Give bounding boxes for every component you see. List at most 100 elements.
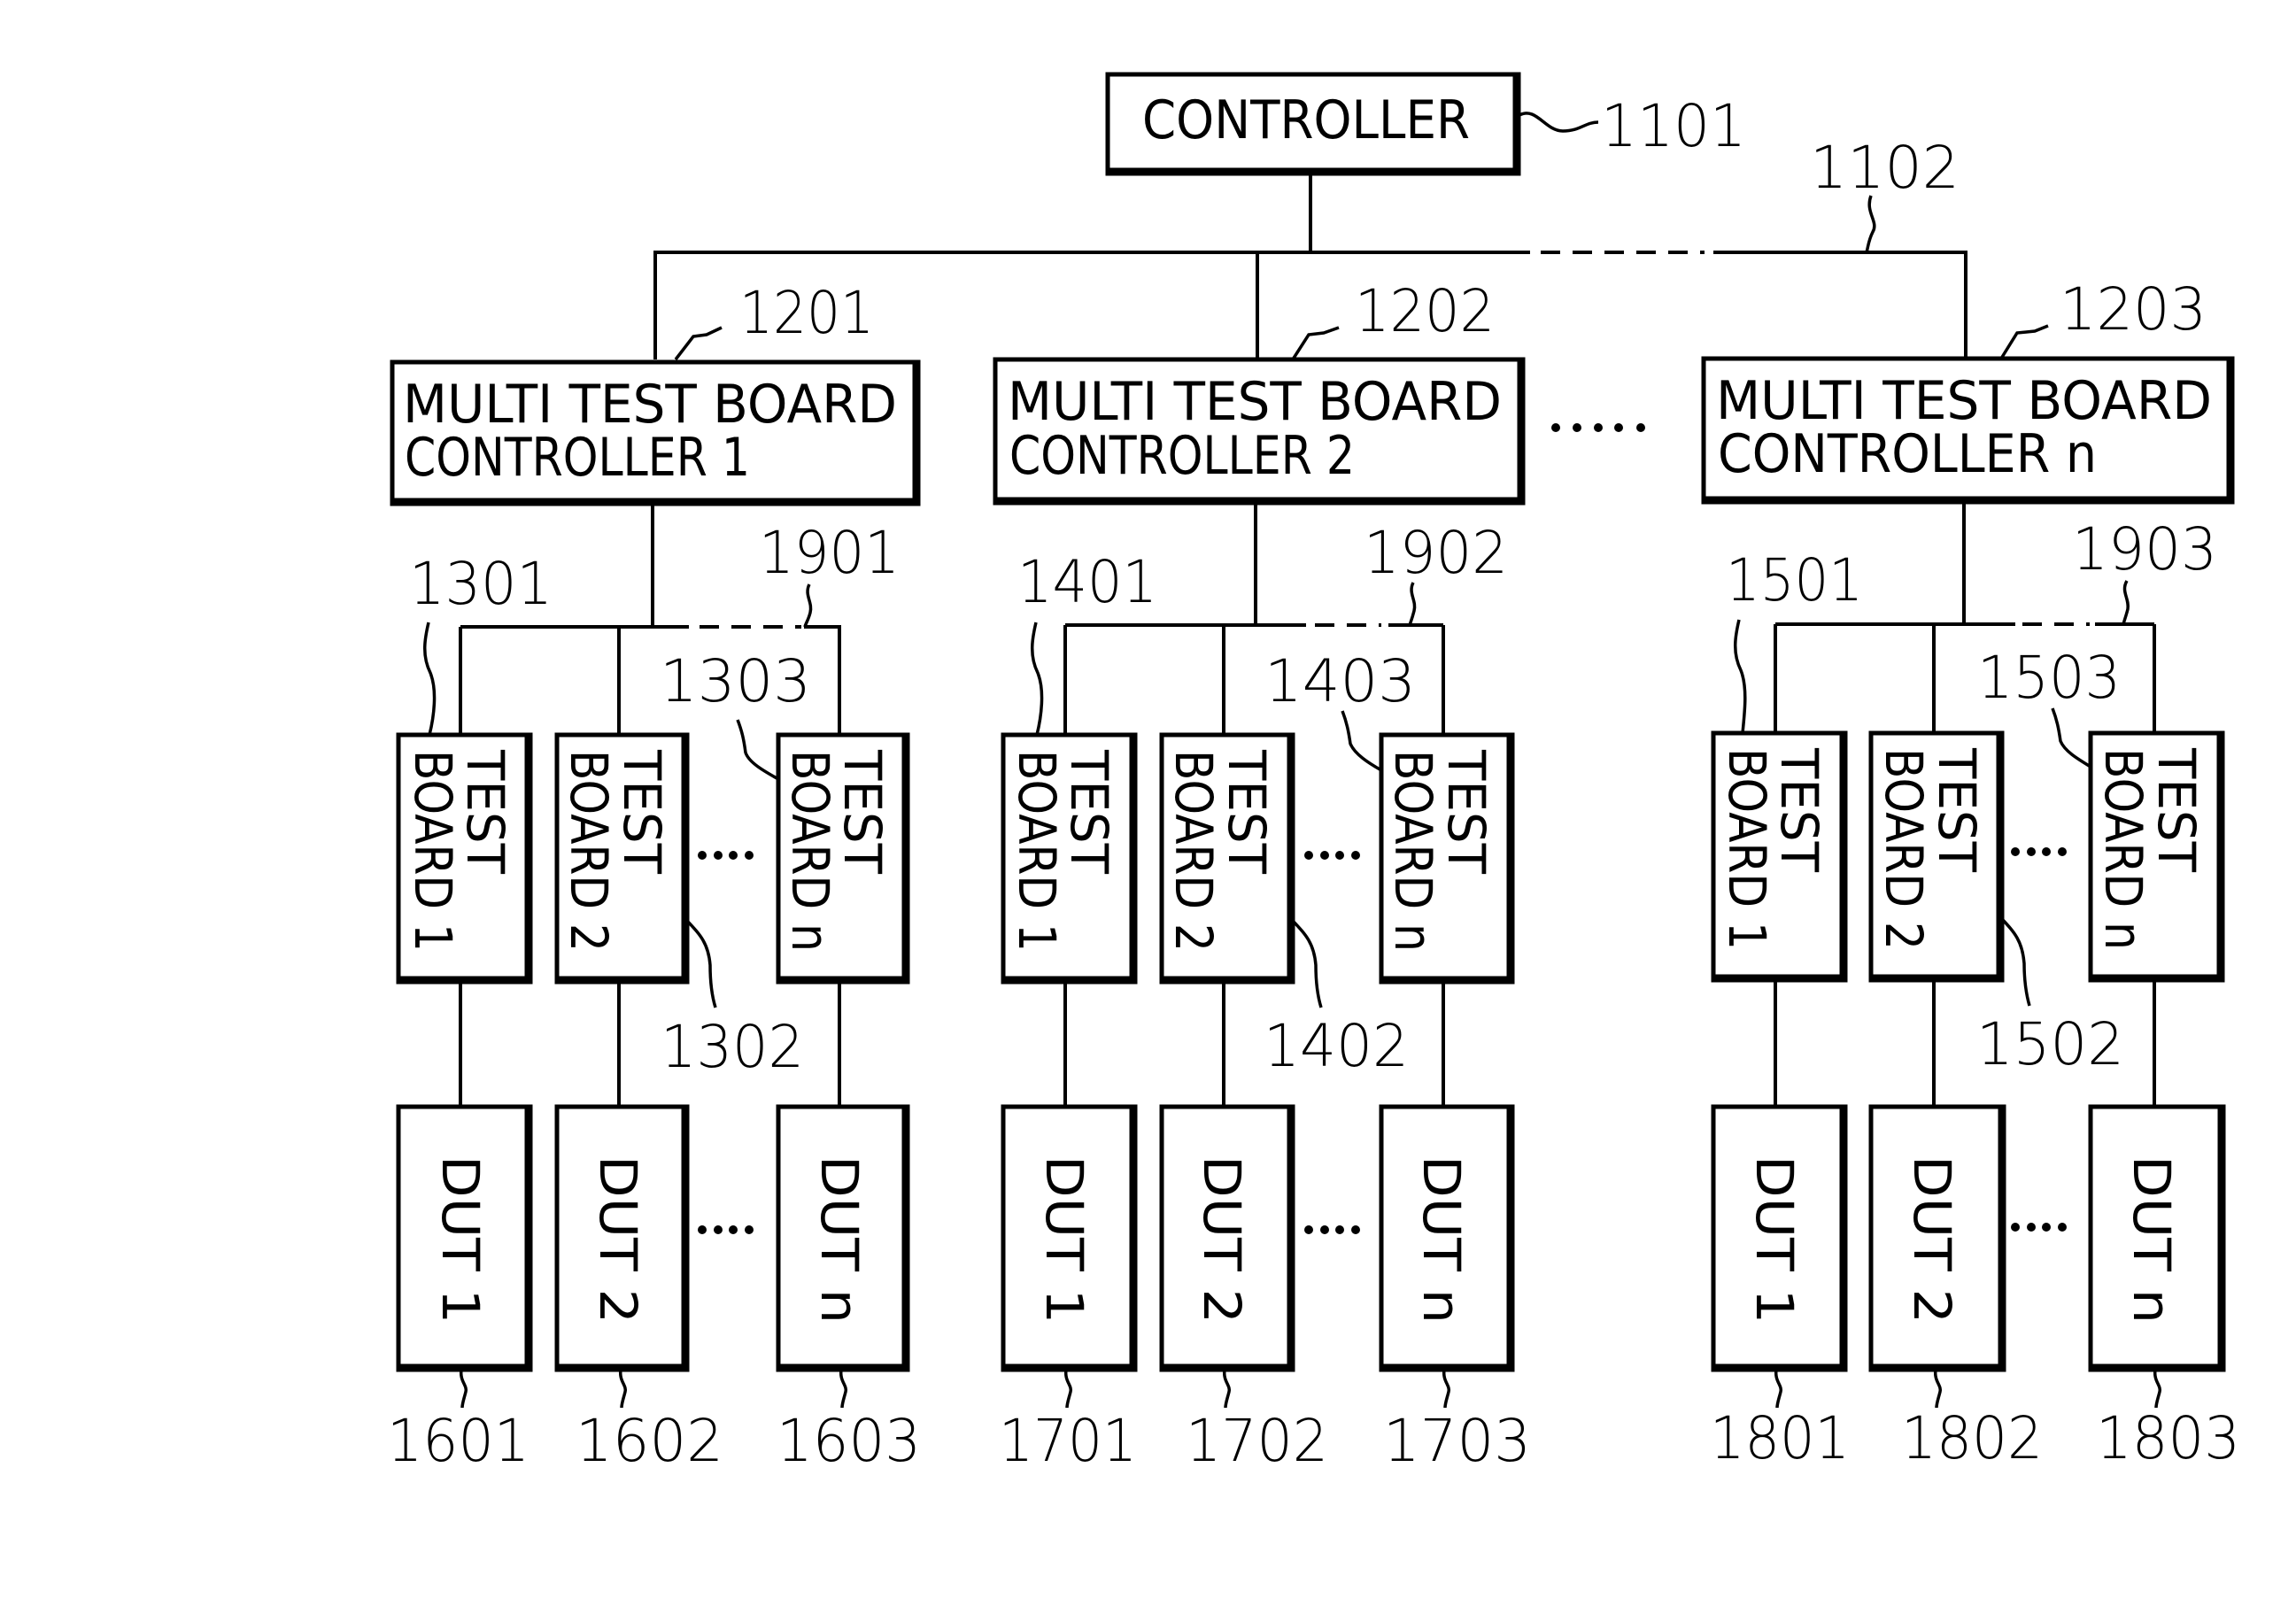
test-board-1-2-ref-leader (685, 919, 717, 1008)
dut-1-1-ref-leader (459, 1369, 468, 1409)
test-board-n-n-line1: TEST (2146, 747, 2207, 873)
block-diagram: CONTROLLER 1101 1102 MULTI TEST BOARD CO… (387, 72, 2240, 1475)
dut-ellipsis-2 (1304, 1225, 1360, 1234)
group-1: MULTI TEST BOARD CONTROLLER 1 1201 1901 … (387, 279, 921, 1475)
mtbc-2-line1: MULTI TEST BOARD (1008, 371, 1502, 433)
dut-2-n-ref-leader (1442, 1369, 1451, 1409)
test-board-n-n-ref-leader (2051, 707, 2091, 769)
sub-bus-1-ref-label: 1901 (759, 519, 900, 587)
test-board-2-1-ref-label: 1401 (1017, 548, 1157, 616)
test-board-2-1-line1: TEST (1059, 749, 1119, 875)
controller-label: CONTROLLER (1142, 89, 1470, 151)
dut-n-2-label: DUT 2 (1902, 1155, 1962, 1324)
mtbc-n-ref-leader (1999, 324, 2049, 359)
dut-n-2: DUT 2 (1868, 1104, 2006, 1372)
test-board-n-1: TEST BOARD 1 (1711, 730, 1848, 983)
mtbc-2-ref-label: 1202 (1355, 277, 1495, 345)
sub-bus-n-ref-label: 1903 (2072, 515, 2217, 583)
test-board-n-2: TEST BOARD 2 (1868, 730, 2005, 983)
dut-2-n-label: DUT n (1411, 1155, 1472, 1324)
sub-bus-2-ref-leader (1408, 582, 1417, 626)
dut-n-n-label: DUT n (2122, 1155, 2182, 1324)
test-board-1-n: TEST BOARD n (776, 732, 910, 985)
mtbc-ellipsis (1551, 423, 1645, 432)
test-board-ellipsis-n (2011, 847, 2067, 856)
mtbc-n-line2: CONTROLLER n (1718, 423, 2097, 485)
test-board-n-2-ref-label: 1502 (1976, 1010, 2124, 1078)
test-board-2-2-line2: BOARD 2 (1163, 750, 1224, 952)
mtbc-2-line2: CONTROLLER 2 (1009, 425, 1355, 487)
dut-2-1-label: DUT 1 (1034, 1155, 1094, 1324)
dut-1-2: DUT 2 (554, 1104, 690, 1372)
group-n: MULTI TEST BOARD CONTROLLER n 1203 1903 … (1701, 275, 2240, 1472)
test-board-n-1-ref-label: 1501 (1726, 546, 1863, 614)
mtbc-1-ref-leader (674, 326, 723, 361)
main-bus-ref-leader (1865, 195, 1876, 253)
test-board-1-n-line2: BOARD n (780, 750, 840, 952)
mtbc-1-ref-label: 1201 (739, 279, 874, 347)
mtbc-n-ref-label: 1203 (2060, 275, 2207, 344)
group-2: MULTI TEST BOARD CONTROLLER 2 1202 1902 … (993, 277, 1531, 1475)
dut-n-n-ref-leader (2153, 1369, 2162, 1409)
multi-test-board-controller-2: MULTI TEST BOARD CONTROLLER 2 (993, 357, 1526, 506)
dut-2-n-ref-label: 1703 (1383, 1407, 1531, 1475)
sub-bus-1-ref-leader (803, 583, 813, 628)
controller-block: CONTROLLER (1105, 72, 1521, 176)
test-board-2-2-line1: TEST (1217, 749, 1277, 875)
dut-n-1: DUT 1 (1711, 1104, 1848, 1372)
test-board-n-1-line2: BOARD 1 (1717, 748, 1777, 950)
test-board-n-n: TEST BOARD n (2088, 730, 2225, 983)
test-board-ellipsis-1 (698, 851, 754, 860)
test-board-1-n-ref-label: 1303 (660, 647, 811, 715)
test-board-2-1-ref-leader (1031, 622, 1044, 736)
dut-n-n: DUT n (2088, 1104, 2226, 1372)
dut-2-2-ref-leader (1222, 1369, 1232, 1409)
multi-test-board-controller-n: MULTI TEST BOARD CONTROLLER n (1701, 356, 2235, 505)
test-board-1-1-ref-leader (423, 622, 437, 736)
test-board-2-n-line1: TEST (1436, 749, 1496, 875)
sub-bus-2-ref-label: 1902 (1364, 519, 1508, 587)
multi-test-board-controller-1: MULTI TEST BOARD CONTROLLER 1 (390, 359, 921, 506)
dut-2-n: DUT n (1379, 1104, 1515, 1372)
main-bus-ref-label: 1102 (1810, 134, 1960, 202)
dut-2-2-ref-label: 1702 (1186, 1407, 1328, 1475)
test-board-2-2-ref-label: 1402 (1264, 1012, 1409, 1080)
test-board-1-2: TEST BOARD 2 (554, 732, 690, 985)
test-board-1-2-line1: TEST (612, 749, 672, 875)
mtbc-1-line2: CONTROLLER 1 (405, 427, 750, 489)
test-board-1-1-line2: BOARD 1 (403, 750, 463, 952)
test-board-2-n-ref-leader (1341, 710, 1382, 772)
dut-2-1-ref-label: 1701 (999, 1407, 1137, 1475)
test-board-1-2-line2: BOARD 2 (559, 750, 619, 952)
dut-1-2-ref-label: 1602 (576, 1407, 723, 1475)
test-board-2-n-line2: BOARD n (1383, 750, 1443, 952)
dut-1-n-ref-label: 1603 (777, 1407, 921, 1475)
dut-n-1-ref-label: 1801 (1710, 1404, 1850, 1472)
test-board-n-n-line2: BOARD n (2093, 748, 2153, 950)
test-board-ellipsis-2 (1304, 851, 1360, 860)
test-board-1-2-ref-label: 1302 (661, 1013, 804, 1081)
dut-n-1-label: DUT 1 (1744, 1155, 1805, 1324)
test-board-n-n-ref-label: 1503 (1977, 644, 2121, 712)
test-board-1-1: TEST BOARD 1 (396, 732, 533, 985)
test-board-n-1-ref-leader (1734, 619, 1747, 734)
dut-1-2-ref-leader (618, 1369, 628, 1409)
dut-1-n-label: DUT n (809, 1155, 870, 1324)
controller-ref-leader (1519, 112, 1599, 133)
dut-1-1: DUT 1 (396, 1104, 533, 1372)
test-board-2-2-ref-leader (1291, 919, 1323, 1008)
test-board-n-1-line1: TEST (1769, 747, 1829, 873)
dut-n-2-ref-leader (1933, 1369, 1943, 1409)
dut-n-2-ref-label: 1802 (1901, 1404, 2043, 1472)
dut-n-1-ref-leader (1774, 1369, 1783, 1409)
dut-n-n-ref-label: 1803 (2096, 1404, 2240, 1472)
dut-2-1: DUT 1 (1001, 1104, 1138, 1372)
dut-1-n: DUT n (776, 1104, 910, 1372)
dut-1-1-ref-label: 1601 (387, 1407, 530, 1475)
test-board-2-1-line2: BOARD 1 (1007, 750, 1067, 952)
dut-2-2-label: DUT 2 (1192, 1155, 1252, 1324)
dut-1-n-ref-leader (839, 1369, 848, 1409)
dut-2-1-ref-leader (1063, 1369, 1073, 1409)
test-board-n-2-ref-leader (2000, 917, 2031, 1007)
test-board-1-n-line1: TEST (832, 749, 893, 875)
